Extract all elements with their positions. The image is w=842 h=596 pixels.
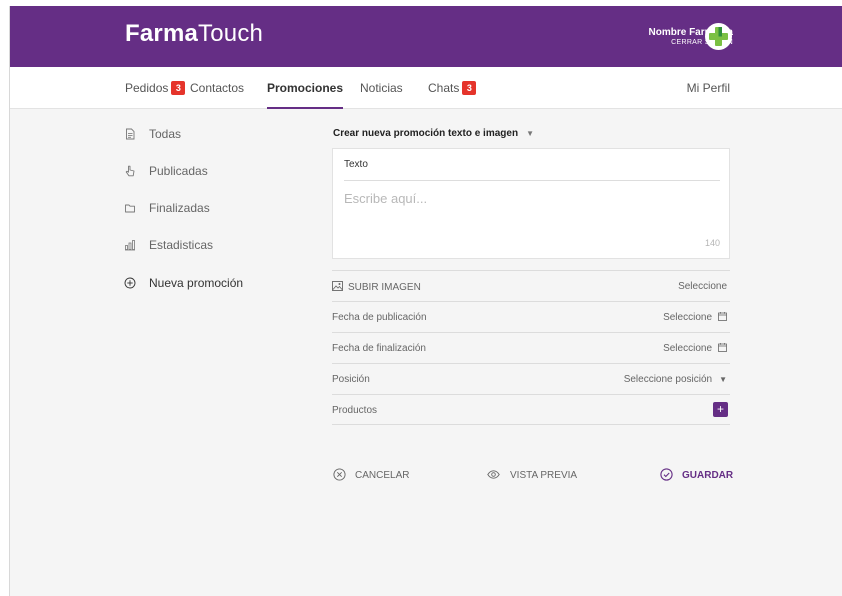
my-profile-link[interactable]: Mi Perfil: [687, 67, 730, 109]
cancel-button-label: CANCELAR: [355, 470, 410, 481]
tab-promociones-label: Promociones: [267, 81, 344, 95]
chevron-down-icon: ▼: [526, 129, 534, 138]
products-row[interactable]: Productos +: [332, 394, 730, 425]
plus-circle-icon: [124, 275, 136, 289]
main-nav: Pedidos 3 Contactos Promociones Noticias …: [10, 67, 842, 109]
tab-pedidos[interactable]: Pedidos 3: [125, 67, 186, 109]
publication-date-value: Seleccione: [663, 312, 712, 323]
plus-icon: +: [716, 402, 724, 416]
save-button-label: GUARDAR: [682, 470, 734, 481]
publication-date-row[interactable]: Fecha de publicación Seleccione: [332, 301, 730, 332]
publication-date-label: Fecha de publicación: [332, 312, 427, 323]
bar-chart-icon: [124, 237, 136, 251]
tab-contactos[interactable]: Contactos: [190, 67, 244, 109]
text-card: Texto 140: [332, 148, 730, 259]
end-date-picker[interactable]: Seleccione: [663, 343, 727, 354]
tab-promociones[interactable]: Promociones: [267, 67, 344, 109]
document-icon: [124, 126, 136, 140]
sidebar-item-publicadas[interactable]: Publicadas: [124, 161, 208, 181]
promotion-text-input[interactable]: [344, 191, 714, 206]
upload-image-text: SUBIR IMAGEN: [348, 282, 421, 293]
folder-icon: [124, 200, 136, 213]
app-frame: FarmaTouch Nombre Farmacia CERRAR SESIÓN…: [9, 6, 842, 596]
chats-count-badge: 3: [462, 81, 477, 95]
preview-button-label: VISTA PREVIA: [510, 470, 578, 481]
sidebar-item-estadisticas[interactable]: Estadisticas: [124, 235, 213, 255]
promotion-type-dropdown[interactable]: Crear nueva promoción texto e imagen ▼: [333, 128, 534, 139]
end-date-label: Fecha de finalización: [332, 343, 426, 354]
sidebar-item-todas-label: Todas: [149, 127, 182, 141]
sidebar-item-todas[interactable]: Todas: [124, 124, 181, 144]
eye-icon: [487, 470, 500, 479]
upload-image-label: SUBIR IMAGEN: [332, 281, 421, 293]
character-counter: 140: [704, 238, 720, 248]
tab-chats-label: Chats: [428, 81, 460, 95]
save-button[interactable]: GUARDAR: [660, 468, 733, 484]
pedidos-count-badge: 3: [171, 81, 186, 95]
tab-noticias-label: Noticias: [360, 81, 403, 95]
brand-logo[interactable]: FarmaTouch: [125, 20, 263, 48]
add-product-button[interactable]: +: [713, 402, 728, 417]
preview-button[interactable]: VISTA PREVIA: [486, 468, 577, 484]
sidebar-item-finalizadas-label: Finalizadas: [149, 201, 210, 215]
sidebar-item-nueva-promocion[interactable]: Nueva promoción: [124, 273, 243, 293]
sidebar-item-publicadas-label: Publicadas: [149, 164, 208, 178]
products-label: Productos: [332, 405, 378, 416]
position-select[interactable]: Seleccione posición ▼: [624, 374, 727, 385]
end-date-row[interactable]: Fecha de finalización Seleccione: [332, 332, 730, 363]
publication-date-picker[interactable]: Seleccione: [663, 312, 727, 323]
tab-noticias[interactable]: Noticias: [360, 67, 403, 109]
text-field-divider: [344, 180, 720, 181]
position-label: Posición: [332, 374, 370, 385]
position-value: Seleccione posición: [623, 374, 713, 385]
cancel-button[interactable]: CANCELAR: [333, 468, 409, 484]
sidebar-item-estadisticas-label: Estadisticas: [149, 238, 214, 252]
calendar-icon: [718, 343, 727, 352]
app-header: FarmaTouch Nombre Farmacia CERRAR SESIÓN: [10, 6, 842, 67]
sidebar-item-finalizadas[interactable]: Finalizadas: [124, 198, 210, 218]
upload-image-select[interactable]: Seleccione: [678, 281, 727, 292]
sidebar-item-nueva-promocion-label: Nueva promoción: [149, 276, 244, 290]
brand-logo-light: Touch: [198, 20, 264, 47]
green-cross-icon[interactable]: [705, 23, 732, 50]
close-circle-icon: [333, 468, 346, 481]
tab-pedidos-label: Pedidos: [125, 81, 169, 95]
tab-contactos-label: Contactos: [190, 81, 245, 95]
hand-pointer-icon: [124, 163, 136, 177]
calendar-icon: [718, 312, 727, 321]
promotion-type-label: Crear nueva promoción texto e imagen: [333, 128, 519, 139]
upload-image-row[interactable]: SUBIR IMAGEN Seleccione: [332, 270, 730, 301]
tab-chats[interactable]: Chats 3: [428, 67, 477, 109]
text-field-label: Texto: [344, 159, 368, 170]
image-icon: [332, 281, 343, 291]
position-row[interactable]: Posición Seleccione posición ▼: [332, 363, 730, 394]
check-circle-icon: [660, 468, 673, 481]
end-date-value: Seleccione: [663, 343, 712, 354]
brand-logo-bold: Farma: [125, 20, 199, 47]
caret-down-icon: ▼: [719, 375, 727, 384]
